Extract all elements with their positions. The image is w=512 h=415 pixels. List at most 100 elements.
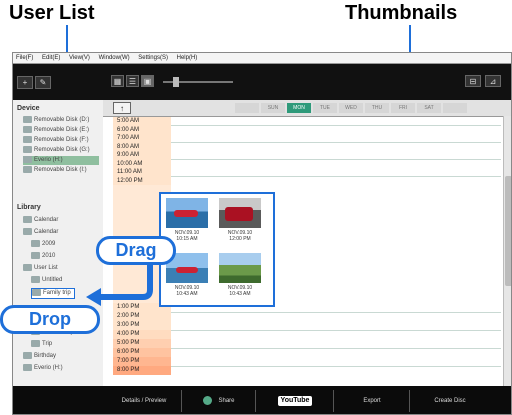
sidebar-user-list[interactable]: User List xyxy=(23,264,58,273)
date-tab-selected[interactable]: MON xyxy=(287,103,311,113)
bottom-bar: Details / Preview Share YouTube Export C… xyxy=(13,386,511,414)
thumbnails-panel: NOV.09.10 10:15 AM NOV.09.10 12:00 PM NO… xyxy=(159,192,275,307)
youtube-button[interactable]: YouTube xyxy=(257,390,334,412)
time-label: 9:00 AM xyxy=(113,151,171,160)
date-nav-prev[interactable] xyxy=(235,103,259,113)
add-button[interactable]: + xyxy=(17,76,33,89)
sidebar-item-label: Removable Disk (D:) xyxy=(34,117,90,124)
sidebar-library-item[interactable]: Everio (H:) xyxy=(23,364,63,373)
list-icon xyxy=(31,340,40,347)
date-tab[interactable]: SUN xyxy=(261,103,285,113)
sidebar-item-label: Birthday xyxy=(34,353,57,360)
drive-icon xyxy=(23,166,32,173)
thumbnail-landscape[interactable] xyxy=(219,253,261,283)
export-button[interactable]: Export xyxy=(335,390,410,412)
date-bar: ↑ SUN MON TUE WED THU FRI SAT xyxy=(103,100,511,117)
sidebar-device[interactable]: Removable Disk (G:) xyxy=(23,146,90,155)
library-header: Library xyxy=(17,204,41,211)
scrollbar-thumb[interactable] xyxy=(505,176,511,286)
scrollbar[interactable] xyxy=(503,116,511,386)
grid-line xyxy=(171,142,501,143)
grid-line xyxy=(171,366,501,367)
user-list-icon xyxy=(23,264,32,271)
edit-icon[interactable]: ⊿ xyxy=(485,75,501,87)
sidebar-library-item[interactable]: Untitled xyxy=(31,276,62,285)
date-tab[interactable]: WED xyxy=(339,103,363,113)
sidebar-item-label: Everio (H:) xyxy=(34,157,63,164)
grid-line xyxy=(171,125,501,126)
date-tab[interactable]: TUE xyxy=(313,103,337,113)
sidebar-library-item[interactable]: Calendar xyxy=(23,228,58,237)
drive-icon xyxy=(23,146,32,153)
youtube-logo: YouTube xyxy=(277,396,313,406)
menu-help[interactable]: Help(H) xyxy=(177,55,198,61)
sidebar-library-item[interactable]: 2009 xyxy=(31,240,55,249)
list-icon xyxy=(31,276,40,283)
sidebar-library-item[interactable]: Birthday xyxy=(23,352,56,361)
list-icon xyxy=(32,289,41,296)
sidebar-item-label: Untitled xyxy=(42,277,63,284)
folder-icon xyxy=(31,252,40,259)
sidebar-library-item[interactable]: Calendar xyxy=(23,216,58,225)
sidebar-device-selected[interactable]: Everio (H:) xyxy=(23,156,99,165)
time-label: 12:00 PM xyxy=(113,176,171,185)
grid-view-icon[interactable]: ▦ xyxy=(111,75,124,87)
time-label: 5:00 PM xyxy=(113,339,171,348)
tools-button[interactable]: ✎ xyxy=(35,76,51,89)
list-view-icon[interactable]: ☰ xyxy=(126,75,139,87)
back-button[interactable]: ↑ xyxy=(113,102,131,114)
seaplane-shape xyxy=(174,210,198,217)
share-button[interactable]: Share xyxy=(183,390,256,412)
sidebar-device[interactable]: Removable Disk (E:) xyxy=(23,126,89,135)
menu-settings[interactable]: Settings(S) xyxy=(138,55,168,61)
date-tab[interactable]: THU xyxy=(365,103,389,113)
sidebar-item-label: Removable Disk (F:) xyxy=(34,137,89,144)
dropdown-icon[interactable]: ⊟ xyxy=(465,75,481,87)
thumbnail-time: 10:43 AM xyxy=(176,291,198,297)
thumbnail-time: 10:43 AM xyxy=(229,291,251,297)
user-list-callout: User List xyxy=(9,2,95,24)
date-nav-next[interactable] xyxy=(443,103,467,113)
create-disc-button[interactable]: Create Disc xyxy=(411,390,489,412)
time-label: 10:00 AM xyxy=(113,159,171,168)
drag-label: Drag xyxy=(96,236,176,265)
thumbnail-time: 12:00 PM xyxy=(229,236,251,242)
time-label: 7:00 PM xyxy=(113,357,171,366)
zoom-slider-handle[interactable] xyxy=(173,77,179,87)
sidebar-library-item[interactable]: 2010 xyxy=(31,252,55,261)
date-tab[interactable]: SAT xyxy=(417,103,441,113)
sidebar-item-label: Calendar xyxy=(34,217,59,224)
thumbnails-callout: Thumbnails xyxy=(345,2,458,24)
calendar-view-icon[interactable]: ▣ xyxy=(141,75,154,87)
sidebar-library-item[interactable]: Trip xyxy=(31,340,52,349)
time-label: 8:00 PM xyxy=(113,366,171,375)
folder-icon xyxy=(31,240,40,247)
details-preview-button[interactable]: Details / Preview xyxy=(107,390,182,412)
menu-edit[interactable]: Edit(E) xyxy=(42,55,60,61)
grid-line xyxy=(171,330,501,331)
toolbar: + ✎ ▦ ☰ ▣ ⊟ ⊿ xyxy=(13,64,511,100)
date-tab[interactable]: FRI xyxy=(391,103,415,113)
sidebar-device[interactable]: Removable Disk (F:) xyxy=(23,136,89,145)
time-label: 8:00 AM xyxy=(113,142,171,151)
time-label: 11:00 AM xyxy=(113,168,171,177)
menu-file[interactable]: File(F) xyxy=(16,55,33,61)
sidebar-item-label: User List xyxy=(34,265,58,272)
time-label: 3:00 PM xyxy=(113,321,171,330)
sidebar-device[interactable]: Removable Disk (D:) xyxy=(23,116,89,125)
sidebar-item-label: Removable Disk (I:) xyxy=(34,167,87,174)
sidebar-item-label: Calendar xyxy=(34,229,59,236)
menu-view[interactable]: View(V) xyxy=(69,55,90,61)
share-label: Share xyxy=(218,398,235,404)
sidebar-device[interactable]: Removable Disk (I:) xyxy=(23,166,87,175)
menu-window[interactable]: Window(W) xyxy=(99,55,130,61)
seaplane-shape xyxy=(176,267,198,273)
thumbnail-seaplane[interactable] xyxy=(166,198,208,228)
camera-icon xyxy=(23,364,32,371)
grid-line xyxy=(171,348,501,349)
share-icon xyxy=(203,395,213,405)
drive-icon xyxy=(23,116,32,123)
sidebar-item-label: Trip xyxy=(42,341,53,348)
thumbnail-car[interactable] xyxy=(219,198,261,228)
sidebar-family-trip[interactable]: Family trip xyxy=(31,288,75,299)
